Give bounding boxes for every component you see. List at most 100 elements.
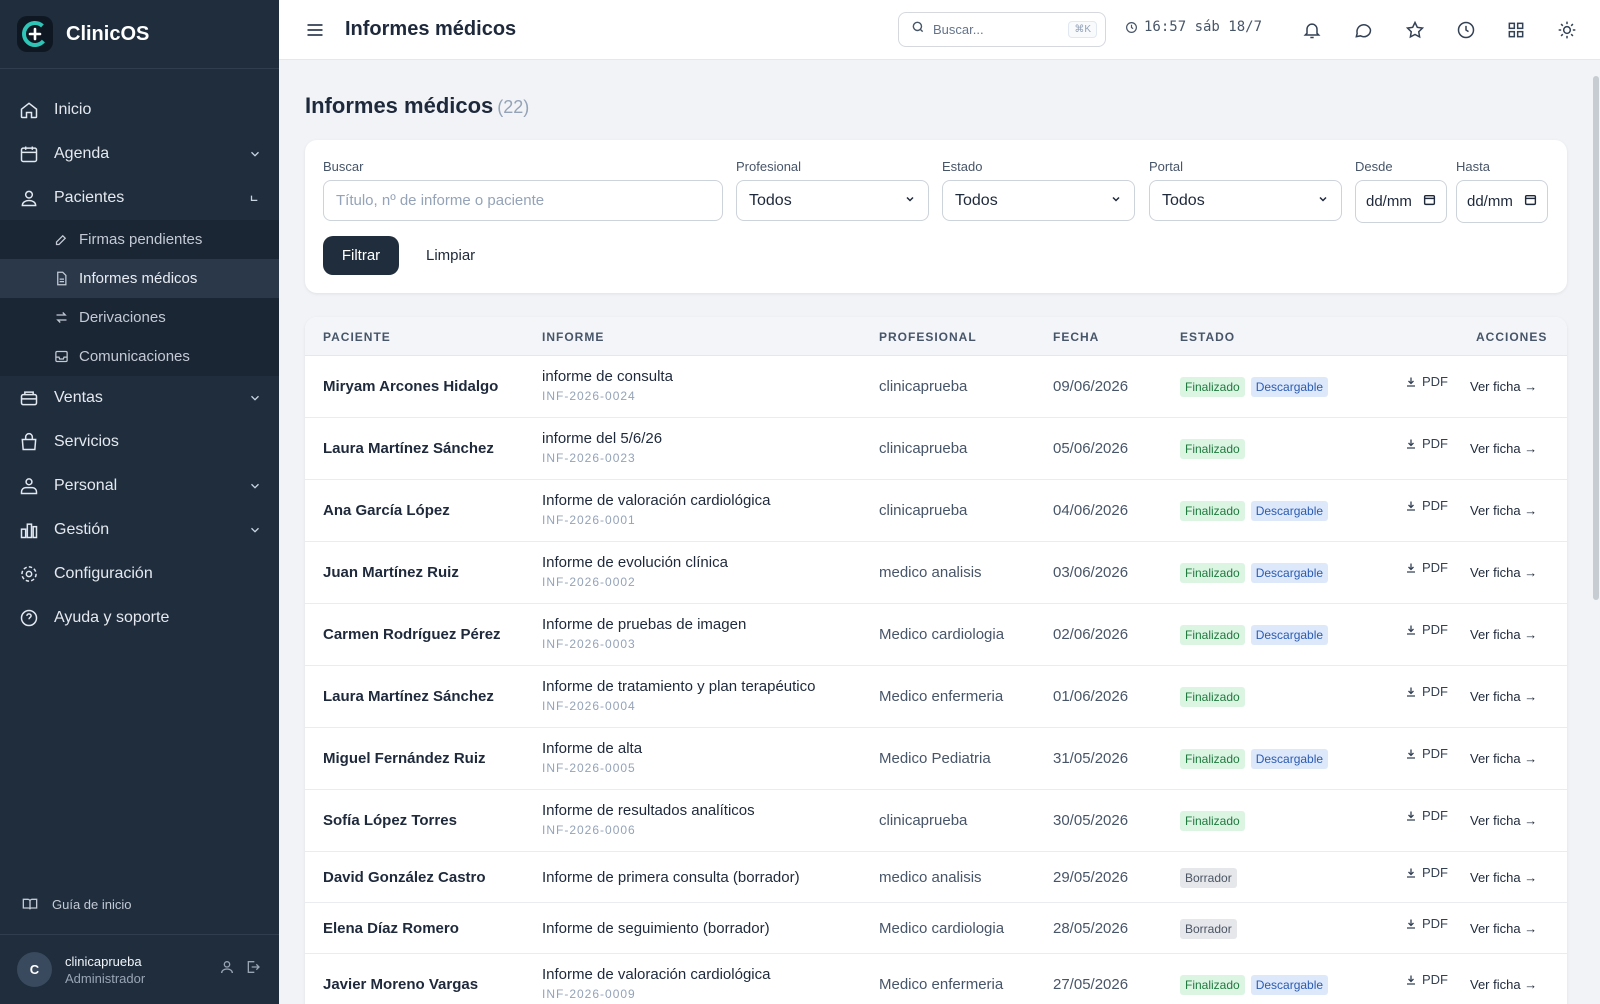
subnav-item-derivaciones[interactable]: Derivaciones <box>0 298 279 337</box>
filtrar-button[interactable]: Filtrar <box>323 236 399 275</box>
subnav-label: Comunicaciones <box>79 348 190 365</box>
nav-item-inicio[interactable]: Inicio <box>0 88 279 132</box>
guia-de-inicio-link[interactable]: Guía de inicio <box>0 888 279 920</box>
subnav-item-firmas[interactable]: Firmas pendientes <box>0 220 279 259</box>
row-status: Finalizado Descargable <box>1180 501 1329 521</box>
apps-grid-icon[interactable] <box>1504 18 1528 42</box>
pdf-download-button[interactable]: PDF <box>1405 436 1448 451</box>
logout-icon[interactable] <box>245 959 261 980</box>
table-row[interactable]: Sofía López Torres Informe de resultados … <box>305 790 1567 852</box>
subnav-item-informes[interactable]: Informes médicos <box>0 259 279 298</box>
nav-item-pacientes[interactable]: Pacientes <box>0 176 279 220</box>
nav-item-agenda[interactable]: Agenda <box>0 132 279 176</box>
star-icon[interactable] <box>1403 18 1427 42</box>
pdf-download-button[interactable]: PDF <box>1405 374 1448 389</box>
ver-ficha-link[interactable]: Ver ficha → <box>1470 565 1537 580</box>
pdf-download-button[interactable]: PDF <box>1405 622 1448 637</box>
table-row[interactable]: David González Castro Informe de primera … <box>305 852 1567 903</box>
portal-select[interactable]: Todos <box>1149 180 1342 221</box>
table-row[interactable]: Miguel Fernández Ruiz Informe de alta INF-… <box>305 728 1567 790</box>
global-search-input[interactable]: Buscar... ⌘K <box>898 12 1106 47</box>
table-header: PACIENTE INFORME PROFESIONAL FECHA ESTAD… <box>305 317 1567 356</box>
col-paciente[interactable]: PACIENTE <box>323 330 391 344</box>
nav-item-ventas[interactable]: Ventas <box>0 376 279 420</box>
table-row[interactable]: Carmen Rodríguez Pérez Informe de pruebas… <box>305 604 1567 666</box>
bell-icon[interactable] <box>1300 18 1324 42</box>
col-estado[interactable]: ESTADO <box>1180 330 1235 344</box>
pdf-download-button[interactable]: PDF <box>1405 560 1448 575</box>
table-row[interactable]: Juan Martínez Ruiz Informe de evolución c… <box>305 542 1567 604</box>
table-row[interactable]: Laura Martínez Sánchez informe del 5/6/26… <box>305 418 1567 480</box>
pdf-download-button[interactable]: PDF <box>1405 684 1448 699</box>
ver-ficha-link[interactable]: Ver ficha → <box>1470 379 1537 394</box>
col-fecha[interactable]: FECHA <box>1053 330 1099 344</box>
row-fecha: 05/06/2026 <box>1053 440 1129 457</box>
ver-ficha-link[interactable]: Ver ficha → <box>1470 751 1537 766</box>
estado-select[interactable]: Todos <box>942 180 1135 221</box>
chevron-down-icon <box>904 192 916 210</box>
clinicos-logo-icon <box>17 16 53 52</box>
row-titulo: Informe de valoración cardiológica <box>542 966 771 983</box>
nav-item-servicios[interactable]: Servicios <box>0 420 279 464</box>
table-row[interactable]: Elena Díaz Romero Informe de seguimiento … <box>305 903 1567 954</box>
scrollbar-thumb[interactable] <box>1593 76 1599 600</box>
row-profesional: clinicaprueba <box>879 502 968 519</box>
ver-ficha-link[interactable]: Ver ficha → <box>1470 627 1537 642</box>
row-status: Finalizado Descargable <box>1180 377 1329 397</box>
row-fecha: 03/06/2026 <box>1053 564 1129 581</box>
ver-ficha-link[interactable]: Ver ficha → <box>1470 870 1537 885</box>
main-nav: Inicio Agenda Pacientes Firmas pendiente… <box>0 69 279 640</box>
pdf-download-button[interactable]: PDF <box>1405 916 1448 931</box>
download-icon <box>1405 562 1417 574</box>
nav-item-gestion[interactable]: Gestión <box>0 508 279 552</box>
table-row[interactable]: Miryam Arcones Hidalgo informe de consult… <box>305 356 1567 418</box>
row-paciente: Ana García López <box>323 502 450 519</box>
edit-icon <box>53 232 69 248</box>
hamburger-menu-icon[interactable] <box>303 18 327 42</box>
brand-name: ClinicOS <box>66 22 150 45</box>
gear-icon <box>18 563 40 585</box>
ver-ficha-link[interactable]: Ver ficha → <box>1470 503 1537 518</box>
nav-item-configuracion[interactable]: Configuración <box>0 552 279 596</box>
row-paciente: Laura Martínez Sánchez <box>323 688 494 705</box>
status-badge: Finalizado <box>1180 439 1245 459</box>
table-row[interactable]: Ana García López Informe de valoración ca… <box>305 480 1567 542</box>
help-circle-icon <box>18 607 40 629</box>
pdf-download-button[interactable]: PDF <box>1405 498 1448 513</box>
ver-ficha-link[interactable]: Ver ficha → <box>1470 921 1537 936</box>
ver-ficha-link[interactable]: Ver ficha → <box>1470 689 1537 704</box>
nav-item-ayuda[interactable]: Ayuda y soporte <box>0 596 279 640</box>
pdf-download-button[interactable]: PDF <box>1405 972 1448 987</box>
table-row[interactable]: Laura Martínez Sánchez Informe de tratami… <box>305 666 1567 728</box>
col-informe[interactable]: INFORME <box>542 330 604 344</box>
profile-icon[interactable] <box>219 959 235 980</box>
brand[interactable]: ClinicOS <box>0 0 279 69</box>
desde-date-input[interactable]: dd/mm <box>1355 180 1447 223</box>
hasta-date-input[interactable]: dd/mm <box>1456 180 1548 223</box>
history-icon[interactable] <box>1454 18 1478 42</box>
chat-icon[interactable] <box>1351 18 1375 42</box>
ver-ficha-link[interactable]: Ver ficha → <box>1470 813 1537 828</box>
header-title: Informes médicos <box>345 18 517 40</box>
profesional-select[interactable]: Todos <box>736 180 929 221</box>
pdf-download-button[interactable]: PDF <box>1405 865 1448 880</box>
pdf-label: PDF <box>1422 746 1448 761</box>
limpiar-button[interactable]: Limpiar <box>426 236 475 275</box>
subnav-item-comunicaciones[interactable]: Comunicaciones <box>0 337 279 376</box>
nav-item-personal[interactable]: Personal <box>0 464 279 508</box>
row-titulo: Informe de valoración cardiológica <box>542 492 771 509</box>
page-scrollbar[interactable] <box>1592 60 1600 1004</box>
portal-badge: Descargable <box>1250 625 1329 645</box>
table-row[interactable]: Javier Moreno Vargas Informe de valoració… <box>305 954 1567 1004</box>
col-profesional[interactable]: PROFESIONAL <box>879 330 977 344</box>
buscar-input[interactable]: Título, nº de informe o paciente <box>323 180 723 221</box>
avatar[interactable]: C <box>17 952 52 987</box>
sun-icon[interactable] <box>1555 18 1579 42</box>
ver-ficha-link[interactable]: Ver ficha → <box>1470 977 1537 992</box>
ver-ficha-link[interactable]: Ver ficha → <box>1470 441 1537 456</box>
pdf-download-button[interactable]: PDF <box>1405 808 1448 823</box>
row-titulo: Informe de seguimiento (borrador) <box>542 920 770 937</box>
estado-value: Todos <box>955 191 998 209</box>
pdf-download-button[interactable]: PDF <box>1405 746 1448 761</box>
download-icon <box>1405 624 1417 636</box>
